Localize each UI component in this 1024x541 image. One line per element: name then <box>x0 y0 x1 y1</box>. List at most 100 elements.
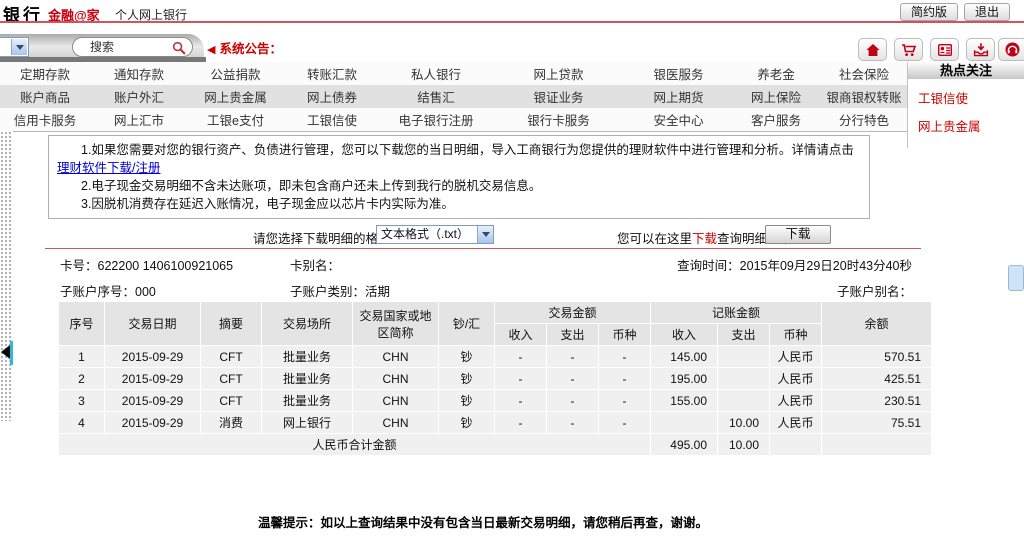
nav-item[interactable]: 结售汇 <box>381 87 491 106</box>
notice-line-1: 1.如果您需要对您的银行资产、负债进行管理，您可以下载您的当日明细，导入工商银行… <box>57 141 861 177</box>
nav-item[interactable]: 账户商品 <box>0 87 90 106</box>
nav-item[interactable]: 定期存款 <box>0 64 90 83</box>
content-panel: 1.如果您需要对您的银行资产、负债进行管理，您可以下载您的当日明细，导入工商银行… <box>13 131 1024 541</box>
logout-button[interactable]: 退出 <box>964 3 1010 21</box>
nav-item[interactable]: 信用卡服务 <box>0 110 90 129</box>
hint-before: 您可以在这里 <box>617 232 692 246</box>
sub-income: 收入 <box>651 324 717 345</box>
notice-line-2: 2.电子现金交易明细不含未达账项，即未包含商户还未上传到我行的脱机交易信息。 <box>57 177 861 195</box>
nav-item[interactable]: 银行卡服务 <box>491 110 626 129</box>
hint-download-word[interactable]: 下载 <box>692 232 717 246</box>
chevron-down-icon[interactable] <box>11 39 27 55</box>
nav-item[interactable]: 银证业务 <box>491 87 626 106</box>
customer-service-icon[interactable] <box>998 38 1024 61</box>
system-announcement: ◀ 系统公告： <box>207 38 282 57</box>
nav-item[interactable]: 转账汇款 <box>283 64 381 83</box>
notice-box: 1.如果您需要对您的银行资产、负债进行管理，您可以下载您的当日明细，导入工商银行… <box>48 135 870 219</box>
download-button[interactable]: 下载 <box>765 225 831 244</box>
nav-item[interactable]: 银商银权转账 <box>821 87 907 106</box>
nav-item[interactable]: 网上贷款 <box>491 64 626 83</box>
nav-item[interactable]: 公益捐款 <box>188 64 283 83</box>
nav-item[interactable]: 工银信使 <box>283 110 381 129</box>
col-cash: 钞/汇 <box>439 302 494 345</box>
nav-item[interactable]: 银医服务 <box>626 64 731 83</box>
sub-expense: 支出 <box>718 324 769 345</box>
table-row: 12015-09-29CFT批量业务CHN钞---145.00人民币570.51 <box>59 346 931 367</box>
subaccount-seq: 子账户序号：000 <box>60 281 156 300</box>
nav-item[interactable]: 网上债券 <box>283 87 381 106</box>
col-country: 交易国家或地区简称 <box>353 302 438 345</box>
nav-item[interactable]: 账户外汇 <box>90 87 188 106</box>
nav-item[interactable]: 网上保险 <box>731 87 821 106</box>
col-balance: 余额 <box>822 302 931 345</box>
hot-topics-panel: 热点关注 工银信使网上贵金属 <box>907 62 1024 148</box>
group-trade-amount: 交易金额 <box>495 302 650 323</box>
col-seq: 序号 <box>59 302 104 345</box>
total-expense: 10.00 <box>718 434 769 455</box>
detail-table-body: 12015-09-29CFT批量业务CHN钞---145.00人民币570.51… <box>59 346 931 433</box>
shopping-cart-icon[interactable] <box>894 38 923 61</box>
card-alias: 卡别名： <box>290 255 340 274</box>
card-number: 卡号：622200 1406100921065 <box>60 255 233 274</box>
notice-line-1-text: 1.如果您需要对您的银行资产、负债进行管理，您可以下载您的当日明细，导入工商银行… <box>81 143 854 157</box>
col-place: 交易场所 <box>262 302 352 345</box>
nav-item[interactable]: 客户服务 <box>731 110 821 129</box>
table-row: 32015-09-29CFT批量业务CHN钞---155.00人民币230.51 <box>59 390 931 411</box>
simple-version-button[interactable]: 简约版 <box>900 3 958 21</box>
hot-topic-link[interactable]: 工银信使 <box>908 79 1024 107</box>
total-income: 495.00 <box>651 434 717 455</box>
nav-item[interactable]: 私人银行 <box>381 64 491 83</box>
search-icon[interactable] <box>172 41 186 55</box>
red-separator <box>45 248 921 249</box>
total-row: 人民币合计金额 495.00 10.00 <box>59 434 931 455</box>
warm-tip: 温馨提示：如以上查询结果中没有包含当日最新交易明细，请您稍后再查，谢谢。 <box>45 512 921 531</box>
sub-currency: 币种 <box>770 324 821 345</box>
table-row: 22015-09-29CFT批量业务CHN钞---195.00人民币425.51 <box>59 368 931 389</box>
subaccount-alias: 子账户别名： <box>837 281 912 300</box>
announcement-label: 系统公告： <box>219 42 282 56</box>
floating-widget[interactable] <box>1008 265 1024 291</box>
nav-item[interactable]: 养老金 <box>731 64 821 83</box>
nav-item[interactable]: 网上期货 <box>626 87 731 106</box>
mail-download-icon[interactable] <box>966 38 995 61</box>
nav-menu: 定期存款通知存款公益捐款转账汇款私人银行网上贷款银医服务养老金社会保险账户商品账… <box>0 62 907 131</box>
search-placeholder: 搜索 <box>90 40 114 54</box>
nav-row: 定期存款通知存款公益捐款转账汇款私人银行网上贷款银医服务养老金社会保险 <box>0 62 907 85</box>
nav-item[interactable]: 网上贵金属 <box>188 87 283 106</box>
nav-item[interactable]: 社会保险 <box>821 64 907 83</box>
splitter-strip[interactable] <box>0 131 13 421</box>
sub-expense: 支出 <box>547 324 598 345</box>
sub-income: 收入 <box>495 324 546 345</box>
category-select[interactable] <box>0 37 29 57</box>
speaker-icon: ◀ <box>207 44 215 56</box>
hot-topics-title: 热点关注 <box>908 62 1024 79</box>
software-download-link[interactable]: 理财软件下载/注册 <box>57 161 160 175</box>
collapse-arrow-icon[interactable] <box>1 345 10 359</box>
sub-currency: 币种 <box>599 324 650 345</box>
nav-item[interactable]: 电子银行注册 <box>381 110 491 129</box>
transaction-table: 序号 交易日期 摘要 交易场所 交易国家或地区简称 钞/汇 交易金额 记账金额 … <box>58 301 932 456</box>
hot-topic-link[interactable]: 网上贵金属 <box>908 107 1024 135</box>
col-date: 交易日期 <box>105 302 200 345</box>
contacts-icon[interactable] <box>930 38 959 61</box>
nav-item[interactable]: 通知存款 <box>90 64 188 83</box>
col-summary: 摘要 <box>201 302 261 345</box>
group-booked-amount: 记账金额 <box>651 302 821 323</box>
home-icon[interactable] <box>858 38 887 61</box>
format-label: 请您选择下载明细的格式 <box>253 228 391 247</box>
format-select[interactable]: 文本格式（.txt） <box>376 225 494 244</box>
nav-item[interactable]: 安全中心 <box>626 110 731 129</box>
top-bar: 银行 金融@家 个人网上银行 简约版 退出 <box>0 0 1024 21</box>
search-input[interactable]: 搜索 <box>72 37 193 57</box>
table-header: 序号 交易日期 摘要 交易场所 交易国家或地区简称 钞/汇 交易金额 记账金额 … <box>59 302 931 345</box>
notice-line-3: 3.因脱机消费存在延迟入账情况，电子现金应以芯片卡内实际为准。 <box>57 195 861 213</box>
query-time: 查询时间：2015年09月29日20时43分40秒 <box>677 255 912 274</box>
nav-item[interactable]: 网上汇市 <box>90 110 188 129</box>
chevron-down-icon[interactable] <box>477 226 493 243</box>
nav-item[interactable]: 工银e支付 <box>188 110 283 129</box>
total-label: 人民币合计金额 <box>59 434 650 455</box>
nav-row: 信用卡服务网上汇市工银e支付工银信使电子银行注册银行卡服务安全中心客户服务分行特… <box>0 108 907 131</box>
table-row: 42015-09-29消费网上银行CHN钞---10.00人民币75.51 <box>59 412 931 433</box>
nav-item[interactable]: 分行特色 <box>821 110 907 129</box>
toolbar: 搜索 ◀ 系统公告： <box>0 23 1024 62</box>
